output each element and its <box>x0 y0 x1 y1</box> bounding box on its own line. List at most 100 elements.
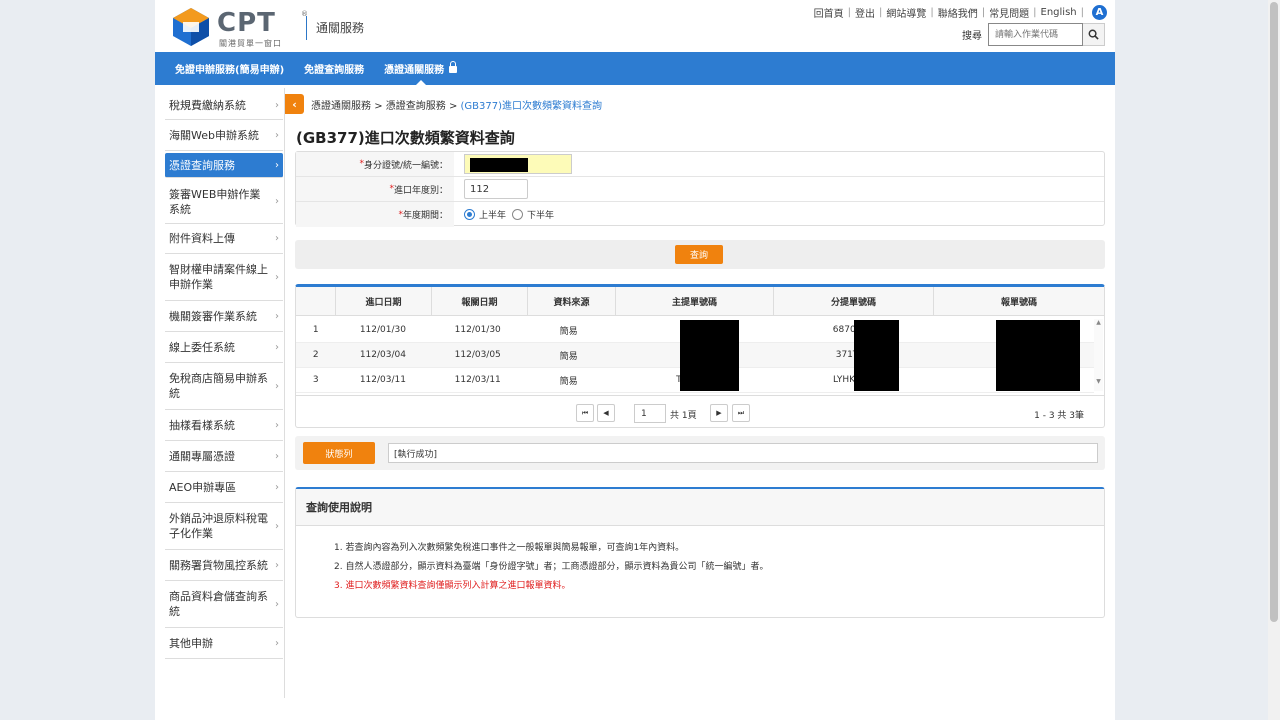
chevron-right-icon: › <box>275 159 279 171</box>
help-line-warning: 3. 進口次數頻繁資料查詢僅顯示列入計算之進口報單資料。 <box>334 581 571 591</box>
prev-page-button[interactable]: ◀ <box>597 404 615 422</box>
id-label: 身分證號/統一編號： <box>363 160 448 171</box>
home-link[interactable]: 回首頁 <box>814 5 844 20</box>
collapse-sidebar-button[interactable]: ‹ <box>285 94 304 114</box>
col-master-bl[interactable]: 主提單號碼 <box>616 287 774 315</box>
status-bar: 狀態列 [執行成功] <box>295 436 1105 470</box>
sidebar-item-customs-cert[interactable]: 通關專屬憑證 › <box>165 441 283 472</box>
scroll-up-icon[interactable]: ▲ <box>1094 319 1103 326</box>
sidebar-item-tax-payment[interactable]: 稅規費繳納系統 › <box>165 92 283 120</box>
sidebar-item-online-delegation[interactable]: 線上委任系統 › <box>165 332 283 363</box>
sidebar-item-dutyfree-shop[interactable]: 免稅商店簡易申辦系統 › <box>165 363 283 410</box>
chevron-right-icon: › <box>275 637 279 649</box>
sidebar-item-other[interactable]: 其他申辦 › <box>165 628 283 659</box>
nav-free-query[interactable]: 免證查詢服務 <box>294 52 374 85</box>
nav-cert-service-label: 憑證通關服務 <box>384 65 445 76</box>
id-number-input[interactable] <box>464 154 572 174</box>
col-declaration-no[interactable]: 報單號碼 <box>934 287 1104 315</box>
redaction-block <box>854 320 899 391</box>
chevron-right-icon: › <box>275 598 279 610</box>
chevron-right-icon: › <box>275 520 279 532</box>
col-house-bl[interactable]: 分提單號碼 <box>774 287 934 315</box>
chevron-right-icon: › <box>275 341 279 353</box>
col-declare-date[interactable]: 報關日期 <box>432 287 528 315</box>
import-year-input[interactable]: 112 <box>464 179 528 199</box>
chevron-right-icon: › <box>275 129 279 141</box>
chevron-right-icon: › <box>275 310 279 322</box>
sidebar-item-risk-control[interactable]: 關務署貨物風控系統 › <box>165 550 283 581</box>
search-input[interactable] <box>988 23 1083 46</box>
sidebar-item-ipr-apply[interactable]: 智財權申請案件線上申辦作業 › <box>165 254 283 301</box>
form-row-id: * 身分證號/統一編號： <box>296 152 1104 177</box>
page-scrollbar[interactable] <box>1268 0 1280 720</box>
page-container: CPT ® 關港貿單一窗口 通關服務 回首頁 | 登出 | 網站導覽 | 聯絡我們 | … <box>155 0 1115 720</box>
chevron-right-icon: › <box>275 271 279 283</box>
status-button[interactable]: 狀態列 <box>303 442 375 464</box>
sidebar-item-cert-query[interactable]: 憑證查詢服務 › <box>165 153 283 178</box>
breadcrumb-item[interactable]: 憑證通關服務 <box>311 101 371 112</box>
sidebar-item-sampling[interactable]: 抽樣看樣系統 › <box>165 410 283 441</box>
search-icon <box>1088 29 1099 40</box>
sidebar-item-aeo[interactable]: AEO申辦專區 › <box>165 472 283 503</box>
first-half-radio[interactable] <box>464 209 475 220</box>
page-number-input[interactable]: 1 <box>634 404 666 423</box>
page-title: (GB377)進口次數頻繁資料查詢 <box>296 129 515 147</box>
first-page-button[interactable]: ⏮ <box>576 404 594 422</box>
page-total: 共 1頁 <box>670 411 697 421</box>
sidebar-divider <box>284 88 285 698</box>
main-nav: 免證申辦服務(簡易申辦) 免證查詢服務 憑證通關服務 <box>155 52 1115 85</box>
next-page-button[interactable]: ▶ <box>710 404 728 422</box>
cpt-logo[interactable]: CPT ® 關港貿單一窗口 <box>169 6 308 48</box>
help-panel: 查詢使用說明 1. 若查詢內容為列入次數頻繁免稅進口事件之一般報單與簡易報單，可… <box>295 487 1105 618</box>
accessibility-badge[interactable]: A <box>1092 5 1107 20</box>
period-label: 年度期間： <box>402 211 448 221</box>
table-header: 進口日期 報關日期 資料來源 主提單號碼 分提單號碼 報單號碼 <box>296 287 1104 316</box>
col-source[interactable]: 資料來源 <box>528 287 616 315</box>
second-half-label: 下半年 <box>527 211 555 221</box>
col-import-date[interactable]: 進口日期 <box>336 287 432 315</box>
table-scrollbar[interactable]: ▲ ▼ <box>1094 319 1103 391</box>
english-link[interactable]: English <box>1041 7 1077 18</box>
chevron-right-icon: › <box>275 196 279 207</box>
nav-cert-service[interactable]: 憑證通關服務 <box>374 52 467 85</box>
sidebar-item-customs-web[interactable]: 海關Web申辦系統 › <box>165 120 283 151</box>
sidebar-item-export-refund[interactable]: 外銷品沖退原料稅電子化作業 › <box>165 503 283 550</box>
results-table: 進口日期 報關日期 資料來源 主提單號碼 分提單號碼 報單號碼 1 112/01… <box>295 284 1105 428</box>
query-button[interactable]: 查詢 <box>675 245 723 264</box>
logout-link[interactable]: 登出 <box>855 5 875 20</box>
help-line: 1. 若查詢內容為列入次數頻繁免稅進口事件之一般報單與簡易報單，可查詢1年內資料… <box>334 543 685 553</box>
chevron-right-icon: › <box>275 450 279 462</box>
year-label: 進口年度別： <box>393 185 448 196</box>
search-button[interactable] <box>1083 23 1105 46</box>
chevron-right-icon: › <box>275 559 279 571</box>
redaction-block <box>470 158 528 172</box>
sidebar-item-product-warehouse[interactable]: 商品資料倉儲查詢系統 › <box>165 581 283 628</box>
lock-icon <box>449 61 458 73</box>
page-scrollbar-thumb[interactable] <box>1270 2 1278 622</box>
breadcrumb-current: (GB377)進口次數頻繁資料查詢 <box>460 101 603 112</box>
second-half-radio[interactable] <box>512 209 524 220</box>
nav-free-apply[interactable]: 免證申辦服務(簡易申辦) <box>165 52 294 85</box>
header-divider <box>306 16 307 40</box>
sidebar-item-attachment-upload[interactable]: 附件資料上傳 › <box>165 224 283 254</box>
sidebar: 稅規費繳納系統 › 海關Web申辦系統 › 憑證查詢服務 › 簽審WEB申辦作業系統 ›… <box>165 92 283 659</box>
record-count: 1 - 3 共 3筆 <box>1034 411 1084 421</box>
breadcrumb-item[interactable]: 憑證查詢服務 <box>386 101 446 112</box>
faq-link[interactable]: 常見問題 <box>989 5 1029 20</box>
pagination: ⏮ ◀ 1 共 1頁 ▶ ⏭ 1 - 3 共 3筆 <box>296 395 1104 425</box>
search-label: 搜尋 <box>962 31 982 42</box>
contact-link[interactable]: 聯絡我們 <box>938 5 978 20</box>
form-row-period: * 年度期間： 上半年 下半年 <box>296 202 1104 227</box>
status-message: [執行成功] <box>388 443 1098 463</box>
scroll-down-icon[interactable]: ▼ <box>1094 378 1103 385</box>
chevron-right-icon: › <box>275 481 279 493</box>
logo-subtitle: 關港貿單一窗口 <box>219 39 282 48</box>
sidebar-item-review-web[interactable]: 簽審WEB申辦作業系統 › <box>165 180 283 224</box>
form-row-year: * 進口年度別： 112 <box>296 177 1104 202</box>
help-title: 查詢使用說明 <box>296 489 1104 526</box>
query-form: * 身分證號/統一編號： * 進口年度別： 112 * 年度期間： 上半年 下半… <box>295 151 1105 227</box>
help-line: 2. 自然人憑證部分，顯示資料為臺端「身份證字號」者；工商憑證部分，顯示資料為貴… <box>334 562 769 572</box>
last-page-button[interactable]: ⏭ <box>732 404 750 422</box>
sidebar-item-agency-review[interactable]: 機關簽審作業系統 › <box>165 301 283 332</box>
sitemap-link[interactable]: 網站導覽 <box>886 5 926 20</box>
